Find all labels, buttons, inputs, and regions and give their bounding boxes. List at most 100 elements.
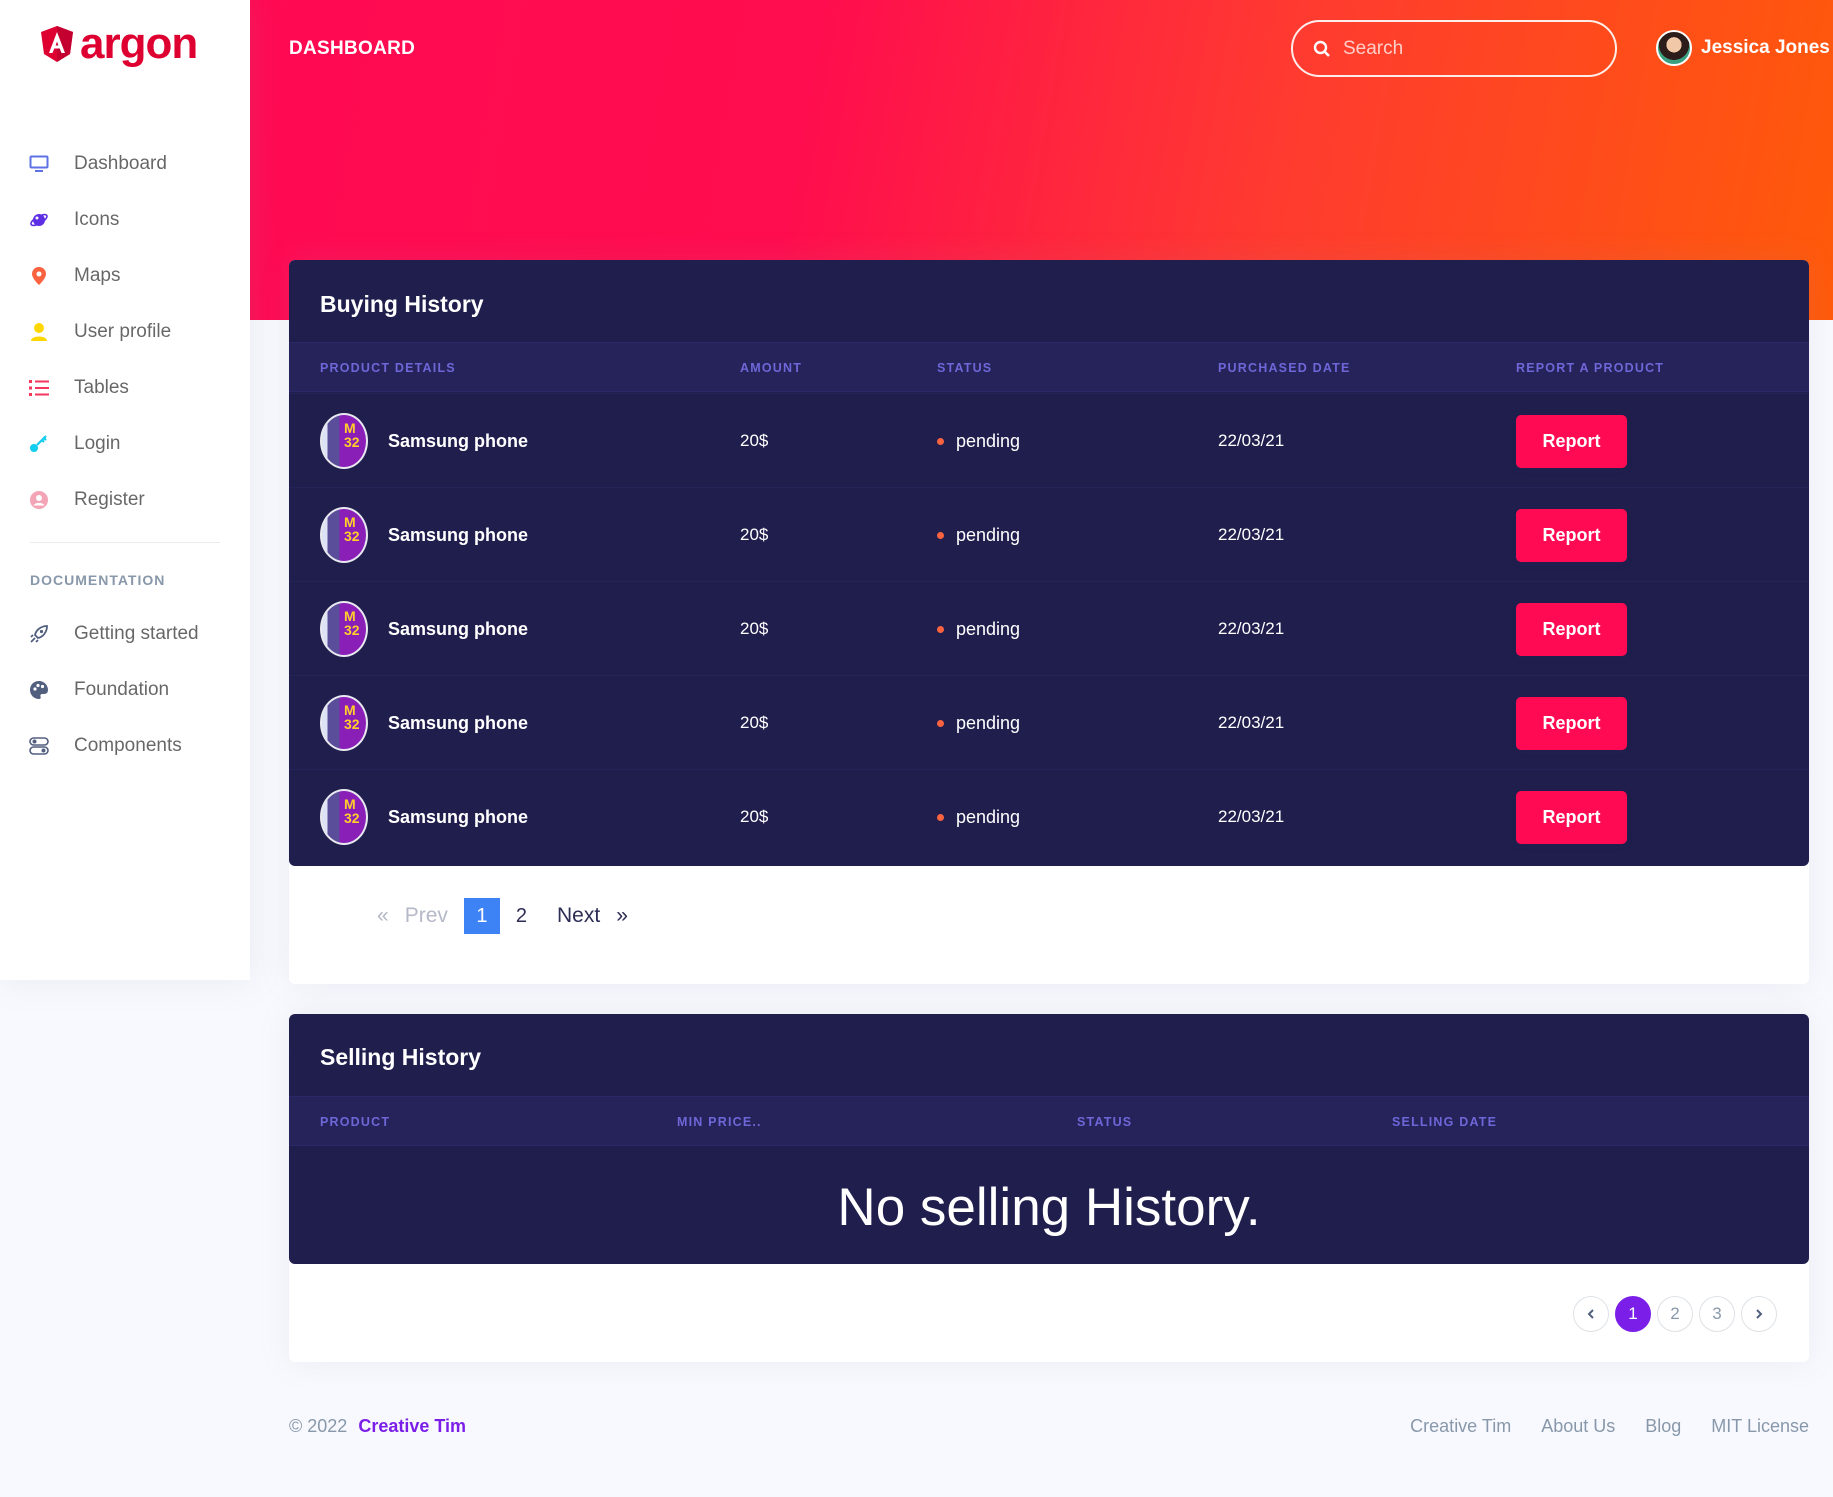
sidebar-item-register[interactable]: Register [0,472,250,528]
column-header: Status [937,361,993,375]
status-dot [937,719,944,727]
search-icon [1313,40,1330,57]
status-text: pending [956,712,1021,733]
sidebar-item-foundation[interactable]: Foundation [0,662,250,718]
circle-user-icon [29,490,49,510]
report-button[interactable]: Report [1516,602,1627,656]
column-header: Min price.. [677,1115,762,1129]
card-title: Buying History [320,291,484,317]
sidebar-item-components[interactable]: Components [0,718,250,774]
sidebar-item-icons[interactable]: Icons [0,192,250,248]
status-text: pending [956,430,1021,451]
product-name: Samsung phone [388,618,529,639]
copyright-text: © 2022 [289,1416,348,1436]
avatar[interactable] [1656,30,1692,66]
page-3-button[interactable]: 3 [1699,1296,1735,1332]
buying-history-card: Buying History Product details Amount St… [289,260,1809,984]
creative-tim-link[interactable]: Creative Tim [358,1416,466,1436]
column-header: Report a product [1516,361,1665,375]
empty-state-message: No selling History. [837,1178,1261,1237]
footer-link-creative-tim[interactable]: Creative Tim [1410,1416,1511,1437]
table-row: M 32 Samsung phone 20$ pending 22/03/21 Re… [289,675,1809,769]
footer-links: Creative Tim About Us Blog MIT License [1410,1416,1809,1437]
status-dot [937,437,944,445]
sidebar-nav: Dashboard Icons Maps User profile Tables [0,136,250,528]
sidebar-item-login[interactable]: Login [0,416,250,472]
buying-pagination: « Prev 1 2 Next » [369,898,636,934]
product-image: M 32 [320,601,368,657]
brand-logo[interactable]: argon [40,19,198,68]
next-page-link[interactable]: Next [549,904,608,928]
footer-link-blog[interactable]: Blog [1645,1416,1681,1437]
report-button[interactable]: Report [1516,696,1627,750]
key-icon [29,434,49,454]
copyright: © 2022 Creative Tim [289,1416,466,1437]
footer: © 2022 Creative Tim Creative Tim About U… [289,1416,1809,1437]
column-header: Product details [320,361,456,375]
table-header: Product Min price.. Status Selling Date [289,1096,1809,1146]
sidebar-divider [30,542,220,543]
product-image: M 32 [320,789,368,845]
ui-04-icon [29,736,49,756]
sidebar-item-getting-started[interactable]: Getting started [0,606,250,662]
page-1-link[interactable]: 1 [463,898,500,934]
next-page-button[interactable] [1741,1296,1777,1332]
amount: 20$ [740,525,769,544]
sidebar-item-label: Components [74,735,182,756]
search-input[interactable] [1343,37,1583,60]
status-text: pending [956,524,1021,545]
sidebar-item-maps[interactable]: Maps [0,248,250,304]
card-title: Selling History [320,1044,482,1070]
column-header: Purchased Date [1218,361,1351,375]
report-button[interactable]: Report [1516,508,1627,562]
report-button[interactable]: Report [1516,414,1627,468]
product-image: M 32 [320,695,368,751]
user-menu[interactable]: Jessica Jones [1656,30,1830,66]
amount: 20$ [740,431,769,450]
selling-pagination: 1 2 3 [1573,1296,1777,1332]
sidebar-item-user-profile[interactable]: User profile [0,304,250,360]
sidebar-item-label: Maps [74,265,121,286]
buying-history-table: Buying History Product details Amount St… [289,260,1809,866]
report-button[interactable]: Report [1516,790,1627,844]
footer-link-mit-license[interactable]: MIT License [1711,1416,1809,1437]
selling-history-card: Selling History Product Min price.. Stat… [289,1014,1809,1362]
amount: 20$ [740,807,769,826]
user-name[interactable]: Jessica Jones [1701,37,1830,59]
status-text: pending [956,618,1021,639]
palette-icon [29,680,49,700]
sidebar-item-label: Dashboard [74,153,167,174]
page-2-link[interactable]: 2 [508,905,535,928]
search-box[interactable] [1291,20,1617,77]
table-row: M 32 Samsung phone 20$ pending 22/03/21 Re… [289,487,1809,581]
prev-page-button[interactable] [1573,1296,1609,1332]
sidebar-item-label: Register [74,489,145,510]
first-page-link[interactable]: « [369,904,397,928]
table-header: Product details Amount Status Purchased … [289,342,1809,392]
sidebar-item-label: Icons [74,209,120,230]
product-image: M 32 [320,507,368,563]
tv-icon [29,154,49,174]
status-dot [937,625,944,633]
product-image: M 32 [320,413,368,469]
footer-link-about-us[interactable]: About Us [1541,1416,1615,1437]
page-title[interactable]: DASHBOARD [289,38,415,60]
sidebar-item-label: User profile [74,321,172,342]
documentation-heading: Documentation [30,572,166,588]
chevron-left-icon [1587,1309,1594,1319]
page-2-button[interactable]: 2 [1657,1296,1693,1332]
column-header: Amount [740,361,803,375]
sidebar-item-label: Getting started [74,623,199,644]
amount: 20$ [740,713,769,732]
selling-history-table: Selling History Product Min price.. Stat… [289,1014,1809,1264]
sidebar-item-label: Foundation [74,679,170,700]
amount: 20$ [740,619,769,638]
page-1-button[interactable]: 1 [1615,1296,1651,1332]
sidebar-item-dashboard[interactable]: Dashboard [0,136,250,192]
product-name: Samsung phone [388,524,529,545]
prev-page-link[interactable]: Prev [397,904,456,928]
sidebar-item-tables[interactable]: Tables [0,360,250,416]
brand-name: argon [80,19,198,68]
last-page-link[interactable]: » [608,904,636,928]
product-name: Samsung phone [388,806,529,827]
